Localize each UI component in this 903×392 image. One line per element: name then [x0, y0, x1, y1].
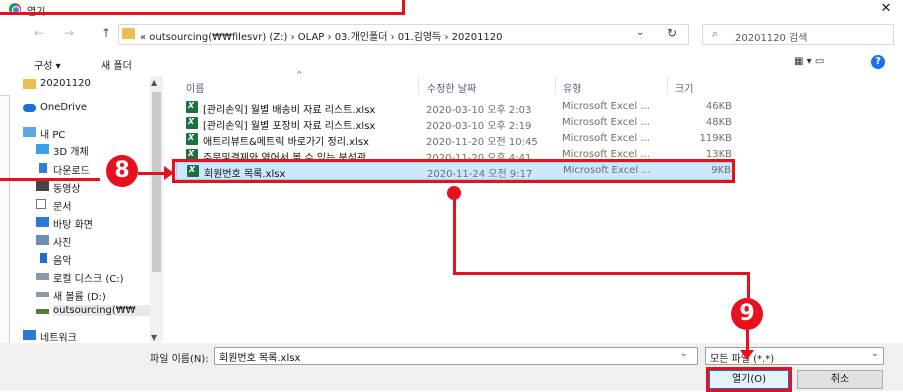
column-size[interactable]: 크기 — [675, 80, 693, 95]
search-icon: ⌕ — [712, 27, 719, 40]
sidebar-item-downloads[interactable]: 다운로드 — [39, 162, 90, 177]
sort-ascending-icon: ^ — [296, 70, 303, 79]
annotation-arrow-head — [740, 350, 754, 360]
up-arrow-icon[interactable]: ↑ — [101, 26, 111, 40]
back-arrow-icon[interactable]: ← — [34, 26, 44, 40]
chevron-down-icon[interactable]: ⌄ — [636, 27, 644, 38]
chevron-down-icon[interactable]: ⌄ — [871, 349, 879, 359]
file-row[interactable]: [관리손익] 월별 배송비 자료 리스트.xlsx 2020-03-10 오후 … — [176, 99, 734, 116]
filename-input[interactable] — [214, 347, 698, 365]
pc-icon — [23, 127, 36, 137]
navigation-pane: 20201120 OneDrive 내 PC 3D 개체 다운로드 동영상 문서… — [0, 73, 164, 344]
sidebar-item-local-disk[interactable]: 로컬 디스크 (C:) — [36, 270, 124, 285]
search-input[interactable]: 20201120 검색 — [735, 29, 807, 44]
sidebar-item-onedrive[interactable]: OneDrive — [23, 102, 87, 113]
nav-scroll-thumb[interactable] — [152, 92, 161, 272]
network-icon — [23, 330, 36, 340]
desktop-icon — [36, 217, 49, 227]
excel-file-icon — [186, 101, 198, 113]
folder-icon — [122, 28, 135, 39]
file-row[interactable]: 애트리뷰트&메트릭 바로가기 정리.xlsx 2020-11-20 오전 10:… — [176, 131, 734, 148]
sidebar-item-videos[interactable]: 동영상 — [36, 180, 81, 195]
drive-icon — [36, 292, 49, 297]
column-type[interactable]: 유형 — [563, 80, 581, 95]
filename-label: 파일 이름(N): — [150, 354, 209, 365]
column-name[interactable]: 이름 — [186, 80, 204, 95]
title-bar — [0, 0, 903, 18]
annotation-highlight-open — [706, 367, 792, 392]
column-divider[interactable] — [667, 76, 668, 94]
annotation-highlight-row — [172, 159, 735, 183]
folder-icon — [23, 79, 36, 89]
close-button[interactable]: ✕ — [874, 0, 898, 18]
picture-icon — [36, 235, 49, 245]
breadcrumb[interactable]: « outsourcing(₩₩filesvr) (Z:) › OLAP › 0… — [140, 28, 503, 43]
sidebar-item-network[interactable]: 네트워크 — [23, 329, 77, 344]
cube-icon — [36, 144, 49, 154]
forward-arrow-icon[interactable]: → — [64, 26, 74, 40]
view-options-icon[interactable]: ▦ ▾ ▭ — [794, 56, 824, 67]
file-row[interactable]: [관리손익] 월별 포장비 자료 리스트.xlsx 2020-03-10 오후 … — [176, 115, 734, 132]
annotation-line — [747, 272, 750, 298]
drive-icon — [36, 273, 49, 280]
window-title: 열기 — [27, 3, 45, 18]
cloud-icon — [23, 104, 36, 112]
annotation-marker-8: 8 — [106, 155, 138, 187]
annotation-line — [0, 12, 405, 15]
annotation-line — [453, 272, 750, 275]
scroll-down-icon[interactable]: ▼ — [151, 333, 157, 342]
chevron-down-icon[interactable]: ⌄ — [680, 349, 688, 359]
document-icon — [36, 199, 46, 209]
sidebar-item-20201120[interactable]: 20201120 — [23, 78, 91, 89]
annotation-arrow-line — [138, 172, 166, 175]
video-icon — [36, 181, 49, 191]
music-icon — [40, 253, 47, 263]
sidebar-item-outsourcing[interactable]: outsourcing(₩₩ — [36, 305, 151, 316]
network-drive-icon — [36, 309, 49, 314]
annotation-line — [453, 195, 456, 275]
annotation-line — [402, 0, 405, 15]
sidebar-item-new-volume[interactable]: 새 볼륨 (D:) — [36, 288, 106, 303]
annotation-marker-9: 9 — [731, 298, 763, 330]
excel-file-icon — [186, 133, 198, 145]
refresh-icon[interactable]: ↻ — [667, 26, 687, 42]
download-icon — [39, 163, 47, 173]
column-modified[interactable]: 수정한 날짜 — [427, 80, 476, 95]
annotation-line — [0, 178, 100, 181]
scroll-up-icon[interactable]: ▲ — [151, 78, 157, 87]
sidebar-item-3d[interactable]: 3D 개체 — [36, 143, 89, 158]
sidebar-item-pictures[interactable]: 사진 — [36, 234, 71, 249]
sidebar-item-music[interactable]: 음악 — [40, 252, 71, 267]
help-icon[interactable]: ? — [871, 55, 885, 69]
cancel-button[interactable]: 취소 — [797, 370, 883, 389]
organize-button[interactable]: 구성 ▾ — [34, 57, 61, 72]
column-divider[interactable] — [555, 76, 556, 94]
sidebar-item-desktop[interactable]: 바탕 화면 — [36, 216, 93, 231]
column-divider[interactable] — [418, 76, 419, 94]
excel-file-icon — [186, 117, 198, 129]
new-folder-button[interactable]: 새 폴더 — [101, 57, 132, 72]
sidebar-item-documents[interactable]: 문서 — [36, 198, 71, 213]
sidebar-item-pc[interactable]: 내 PC — [23, 126, 65, 141]
